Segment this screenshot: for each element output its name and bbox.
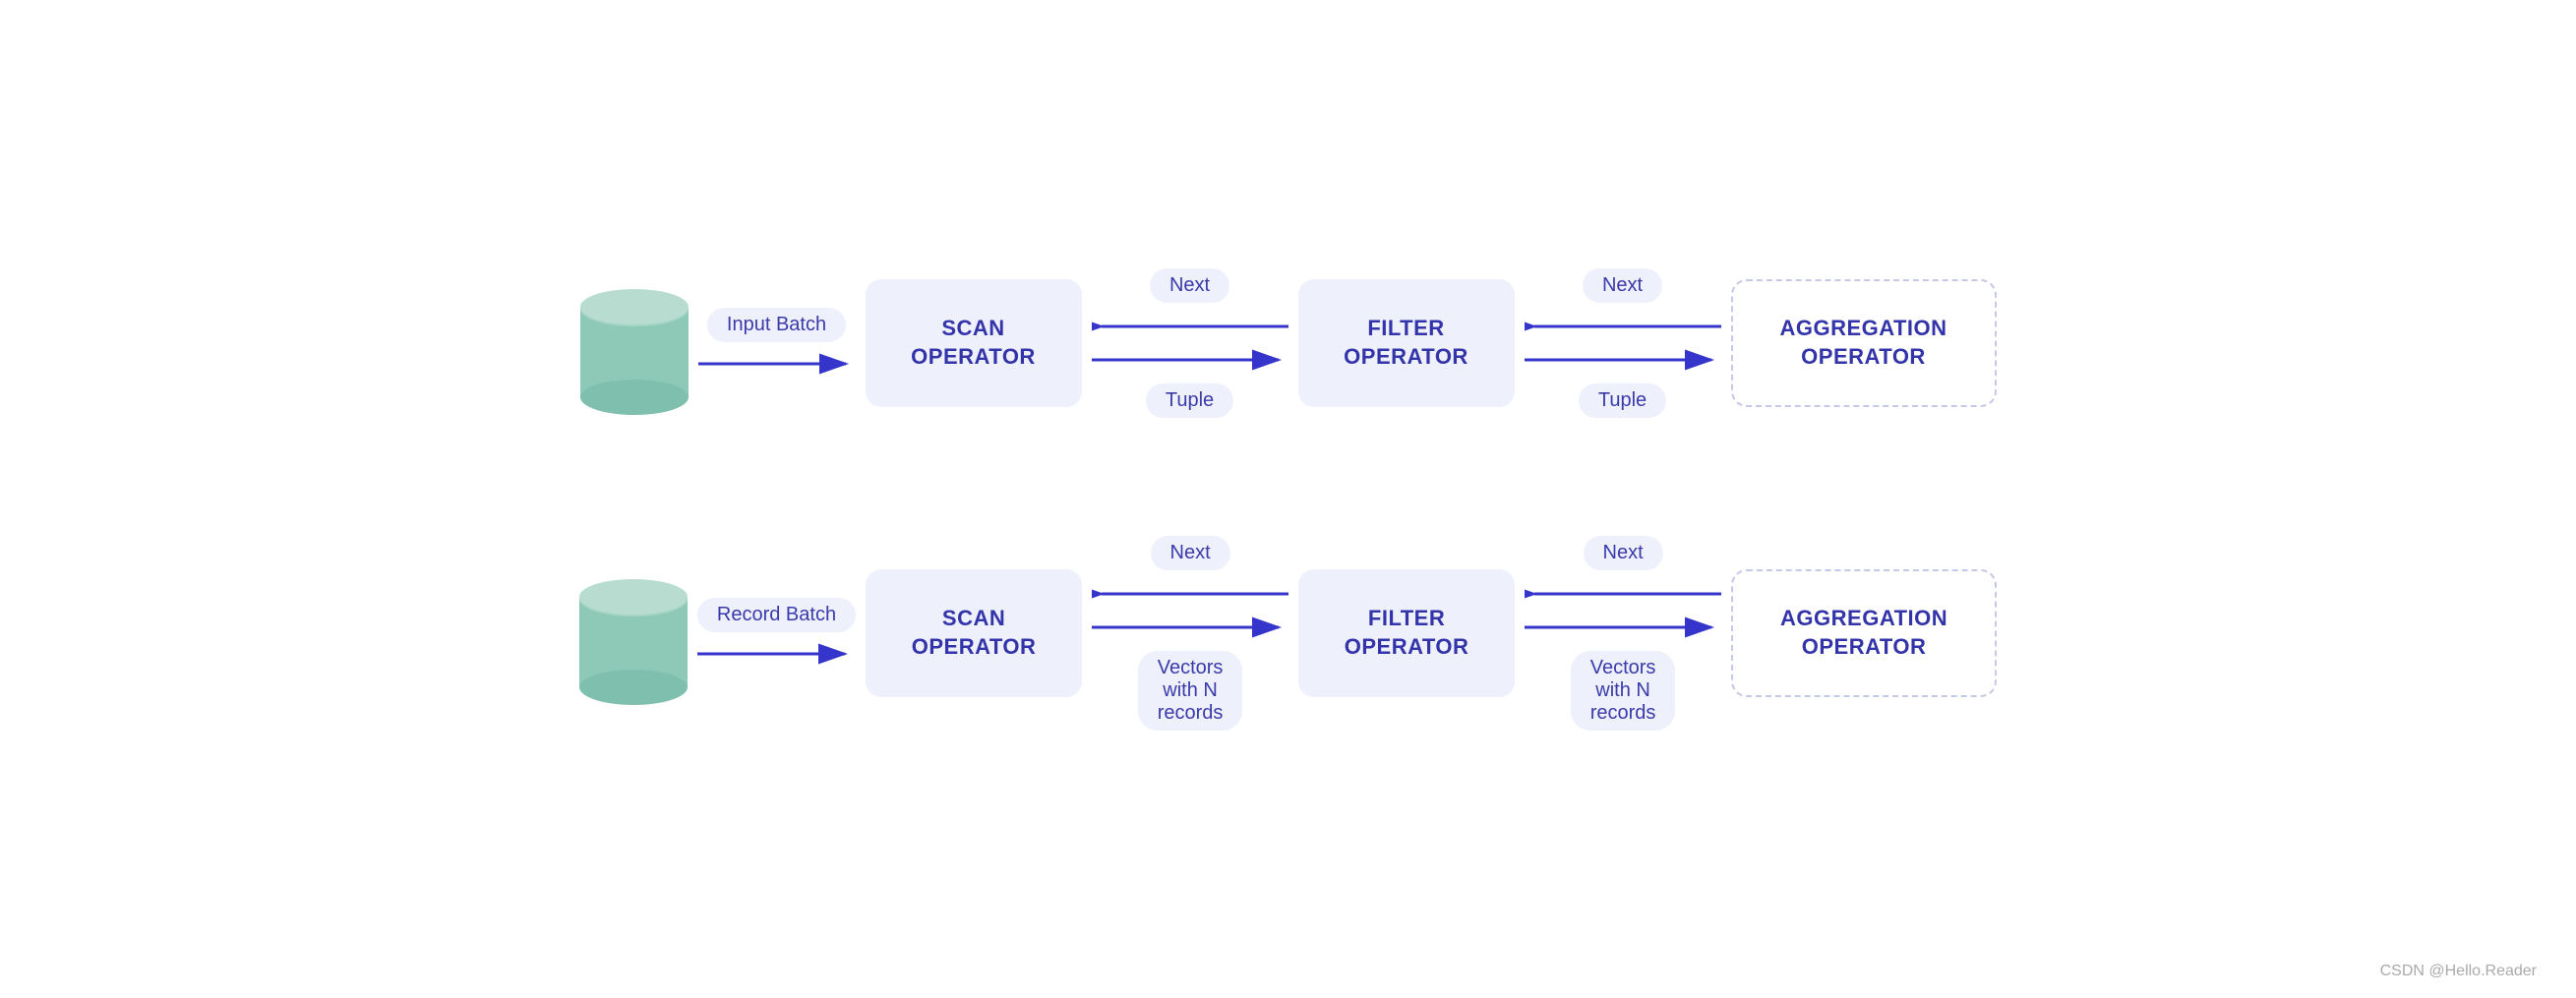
scan-operator-label-1: SCANOPERATOR	[911, 315, 1036, 371]
vectors-label-1: Vectors with N records	[1138, 651, 1243, 731]
next-arrow-1	[1092, 313, 1288, 340]
database-icon-2	[579, 569, 688, 697]
aggregation-operator-label-1: AGGREGATIONOPERATOR	[1779, 315, 1947, 371]
filter-operator-1: FILTEROPERATOR	[1298, 279, 1515, 407]
scan-operator-1: SCANOPERATOR	[866, 279, 1082, 407]
scan-operator-label-2: SCANOPERATOR	[912, 605, 1037, 661]
vectors-label-2: Vectors with N records	[1571, 651, 1676, 731]
tuple-label-1: Tuple	[1146, 383, 1233, 418]
row-1: Input Batch SCANOPERATOR Next	[580, 268, 1997, 418]
row-2: Record Batch SCANOPERATOR Next	[579, 536, 1997, 731]
record-batch-arrow	[697, 640, 855, 668]
aggregation-operator-label-2: AGGREGATIONOPERATOR	[1780, 605, 1947, 661]
filter-operator-label-2: FILTEROPERATOR	[1345, 605, 1469, 661]
database-icon-1	[580, 279, 689, 407]
filter-operator-2: FILTEROPERATOR	[1298, 569, 1515, 697]
next-label-4: Next	[1584, 536, 1663, 570]
input-arrow-1	[698, 350, 856, 378]
next-arrow-3	[1092, 580, 1288, 608]
next-label-1: Next	[1150, 268, 1229, 303]
aggregation-operator-2: AGGREGATIONOPERATOR	[1731, 569, 1997, 697]
filter-operator-label-1: FILTEROPERATOR	[1344, 315, 1468, 371]
next-arrow-2	[1525, 313, 1721, 340]
watermark: CSDN @Hello.Reader	[2380, 963, 2537, 980]
next-label-3: Next	[1151, 536, 1230, 570]
aggregation-operator-1: AGGREGATIONOPERATOR	[1731, 279, 1997, 407]
record-batch-label: Record Batch	[697, 598, 856, 632]
diagram-container: Input Batch SCANOPERATOR Next	[0, 0, 2576, 998]
next-arrow-4	[1525, 580, 1721, 608]
scan-operator-2: SCANOPERATOR	[866, 569, 1082, 697]
tuple-arrow-2	[1525, 346, 1721, 374]
next-label-2: Next	[1583, 268, 1662, 303]
input-batch-label-1: Input Batch	[707, 308, 846, 342]
vectors-arrow-1	[1092, 614, 1288, 641]
tuple-arrow-1	[1092, 346, 1288, 374]
vectors-arrow-2	[1525, 614, 1721, 641]
tuple-label-2: Tuple	[1579, 383, 1666, 418]
